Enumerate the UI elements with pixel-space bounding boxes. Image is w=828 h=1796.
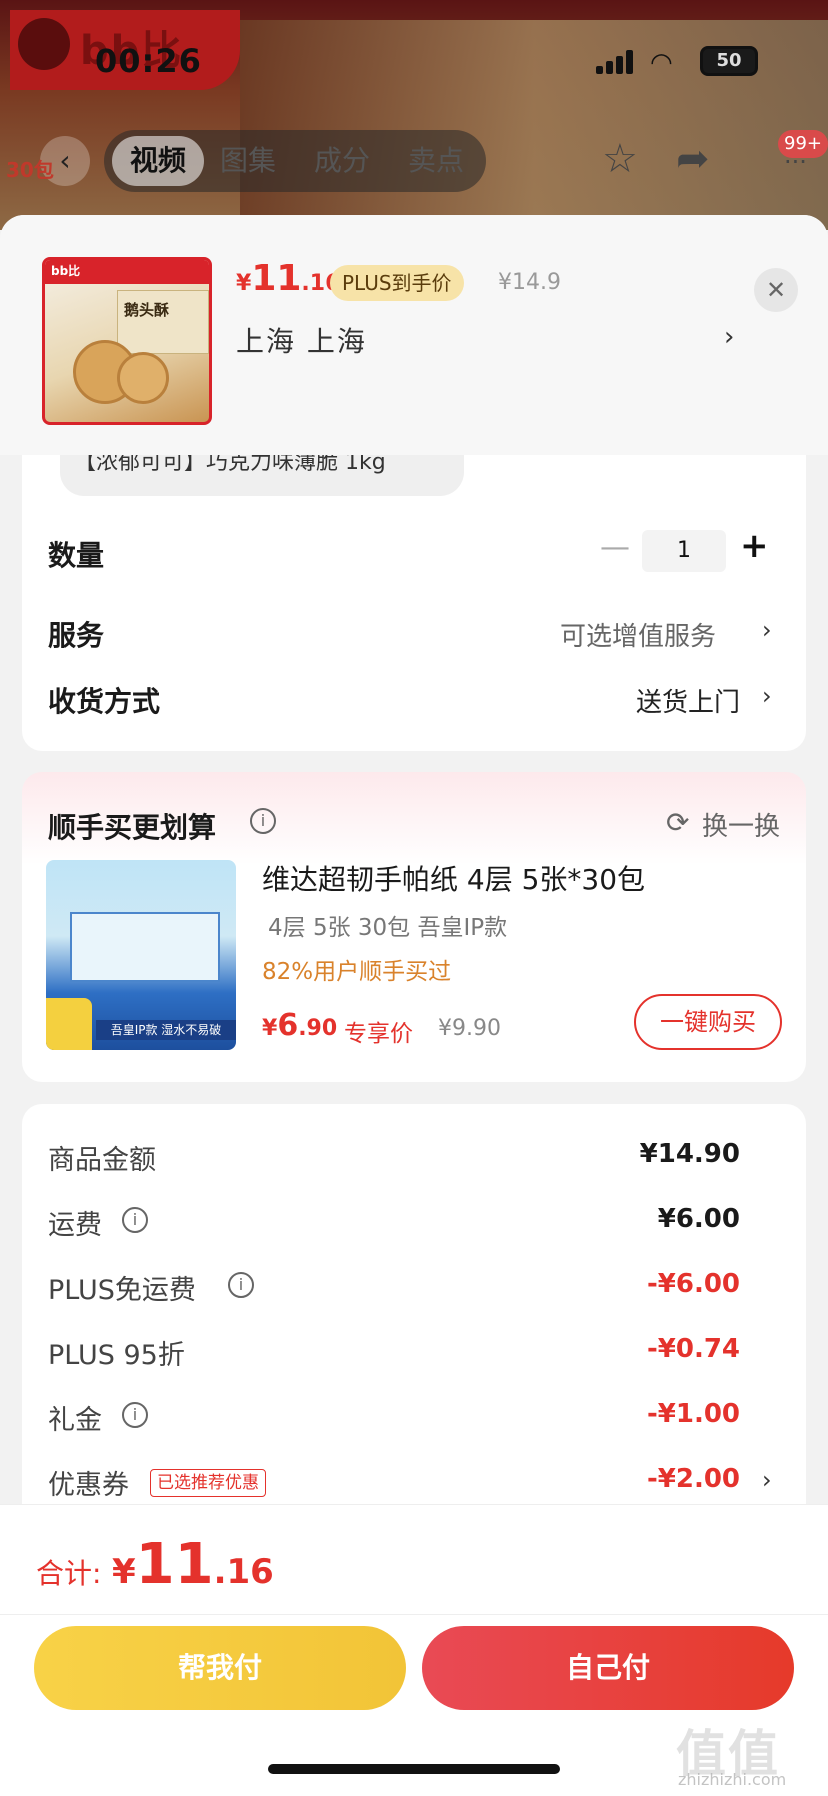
- recommend-original-price: ¥9.90: [438, 1016, 501, 1041]
- fee-value-shipping: ¥6.00: [657, 1204, 740, 1234]
- recommend-product-name[interactable]: 维达超韧手帕纸 4层 5张*30包: [262, 858, 645, 898]
- delivery-label: 收货方式: [48, 685, 161, 718]
- chevron-right-icon[interactable]: ›: [724, 322, 734, 352]
- plus-price-tag: PLUS到手价: [330, 265, 464, 301]
- fee-value-gift-money: -¥1.00: [646, 1399, 740, 1429]
- refresh-icon[interactable]: ⟳: [666, 806, 689, 839]
- chevron-right-icon[interactable]: ›: [762, 616, 772, 644]
- divider: [0, 1614, 828, 1615]
- chevron-right-icon[interactable]: ›: [762, 682, 772, 710]
- total-label: 合计:: [36, 1557, 102, 1590]
- watermark-url: zhizhizhi.com: [678, 1770, 787, 1789]
- fee-value-coupon[interactable]: -¥2.00: [647, 1464, 740, 1494]
- recommend-product-spec: 4层 5张 30包 吾皇IP款: [268, 915, 508, 941]
- help-me-pay-button[interactable]: 帮我付: [34, 1626, 406, 1710]
- service-value[interactable]: 可选增值服务: [560, 616, 716, 653]
- tab-gallery[interactable]: 图集: [220, 130, 276, 192]
- product-price: ¥11.16: [236, 258, 340, 299]
- selected-variant-chip[interactable]: 【浓郁可可】巧克力味薄脆 1kg: [60, 448, 464, 496]
- recommend-price: ¥6.90: [262, 1008, 337, 1043]
- delivery-address[interactable]: 上海 上海: [236, 320, 367, 360]
- fee-label-gift-money: 礼金: [48, 1405, 102, 1436]
- fee-value-subtotal: ¥14.90: [639, 1139, 740, 1169]
- battery-icon: 50: [700, 46, 758, 76]
- close-icon[interactable]: ✕: [754, 268, 798, 312]
- price-currency: ¥: [262, 1016, 278, 1041]
- price-currency: ¥: [112, 1552, 136, 1592]
- package-strip: 吾皇IP款 湿水不易破: [96, 1020, 236, 1040]
- quantity-input[interactable]: 1: [642, 530, 726, 572]
- fee-label-coupon: 优惠券: [48, 1470, 129, 1501]
- tab-selling-points[interactable]: 卖点: [408, 130, 464, 192]
- brand-logo-icon: [18, 18, 70, 70]
- recommend-title: 顺手买更划算: [48, 811, 217, 844]
- background-page: bb比: [0, 0, 828, 230]
- tab-ingredients[interactable]: 成分: [314, 130, 370, 192]
- refresh-button[interactable]: 换一换: [702, 806, 780, 843]
- price-integer: 6: [277, 1008, 299, 1043]
- fee-label-subtotal: 商品金额: [48, 1145, 156, 1176]
- chevron-right-icon[interactable]: ›: [762, 1466, 772, 1494]
- fee-value-plus-free-shipping: -¥6.00: [646, 1269, 740, 1299]
- favorite-star-icon[interactable]: ☆: [602, 136, 638, 182]
- price-integer: 11: [135, 1532, 214, 1597]
- pack-count-badge: [46, 998, 92, 1050]
- total-price: ¥11.16: [112, 1532, 274, 1597]
- signal-icon: [596, 50, 636, 74]
- price-integer: 11: [251, 258, 302, 299]
- service-label: 服务: [48, 619, 105, 652]
- quantity-plus-button[interactable]: +: [740, 526, 769, 566]
- status-time: 00:26: [95, 42, 202, 80]
- info-icon[interactable]: i: [228, 1272, 254, 1298]
- delivery-value[interactable]: 送货上门: [636, 682, 740, 719]
- price-decimal: .90: [298, 1016, 338, 1041]
- home-indicator: [268, 1764, 560, 1774]
- share-icon[interactable]: ➦: [676, 136, 710, 182]
- thumbnail-package-title: 鹅头酥: [124, 301, 170, 319]
- exclusive-price-label: 专享价: [344, 1021, 413, 1047]
- fee-value-plus-discount: -¥0.74: [646, 1334, 740, 1364]
- price-currency: ¥: [236, 271, 252, 296]
- info-icon[interactable]: i: [122, 1402, 148, 1428]
- fee-label-plus-discount: PLUS 95折: [48, 1340, 185, 1371]
- tab-video[interactable]: 视频: [112, 136, 204, 186]
- fee-label-shipping: 运费: [48, 1210, 102, 1241]
- fee-label-plus-free-shipping: PLUS免运费: [48, 1275, 196, 1306]
- recommend-product-image[interactable]: 吾皇IP款 湿水不易破: [46, 860, 236, 1050]
- message-badge: 99+: [778, 130, 828, 158]
- pay-myself-button[interactable]: 自己付: [422, 1626, 794, 1710]
- pack-count-text: 30包: [6, 158, 54, 182]
- tissue-package: [70, 912, 220, 982]
- wifi-icon: ◠: [650, 48, 673, 78]
- thumbnail-logo: bb比: [51, 264, 81, 278]
- cookie-shape: [117, 352, 169, 404]
- thumbnail-package: 鹅头酥: [117, 290, 209, 354]
- info-icon[interactable]: i: [250, 808, 276, 834]
- media-tabs: 视频 图集 成分 卖点: [104, 130, 486, 192]
- info-icon[interactable]: i: [122, 1207, 148, 1233]
- original-price: ¥14.9: [498, 270, 561, 295]
- quantity-minus-button[interactable]: —: [600, 530, 630, 565]
- price-decimal: .16: [213, 1552, 274, 1592]
- one-click-buy-button[interactable]: 一键购买: [634, 994, 782, 1050]
- quantity-label: 数量: [48, 539, 105, 572]
- coupon-recommended-tag: 已选推荐优惠: [150, 1469, 266, 1497]
- recommend-bought-percent: 82%用户顺手买过: [262, 959, 452, 985]
- product-thumbnail[interactable]: bb比 鹅头酥: [42, 257, 212, 425]
